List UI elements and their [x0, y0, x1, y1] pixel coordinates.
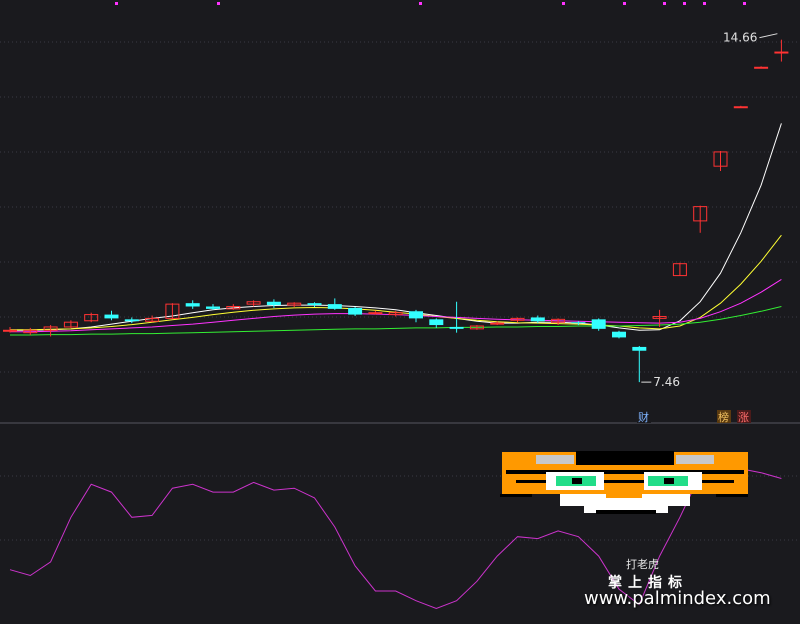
candle-body	[368, 312, 383, 315]
candle-body	[490, 322, 505, 325]
tiger-logo-pixel	[576, 451, 674, 465]
stock-chart[interactable]: 14.66 7.46 财 榜涨	[0, 0, 800, 624]
signal-dot	[743, 2, 746, 5]
ma-line-white	[10, 123, 782, 331]
signal-dot	[115, 2, 118, 5]
tiger-logo-pixel	[536, 455, 574, 464]
high-price-arrow	[759, 33, 778, 39]
candle-body	[409, 311, 423, 319]
signal-dot	[419, 2, 422, 5]
indicator-name: 打老虎	[626, 558, 659, 571]
tiger-logo-pixel	[500, 494, 532, 497]
candle-body	[754, 66, 769, 69]
low-price-label: 7.46	[653, 375, 680, 389]
candle-body	[3, 329, 17, 332]
candle-body	[733, 106, 748, 109]
signal-dot	[623, 2, 626, 5]
candle-body	[449, 326, 464, 329]
signal-dot	[562, 2, 565, 5]
ma-line-magenta	[10, 278, 782, 333]
tiger-logo-pixel	[716, 494, 748, 497]
tiger-logo-pixel	[596, 510, 656, 514]
candle-body	[307, 303, 322, 306]
candle-body	[571, 322, 586, 324]
tiger-logo-pixel	[676, 455, 714, 464]
signal-dot	[703, 2, 706, 5]
tiger-logo-pixel	[664, 478, 674, 484]
signal-dot	[683, 2, 686, 5]
badge-label: 财	[638, 410, 649, 424]
candle-body	[429, 319, 444, 326]
signal-dot	[663, 2, 666, 5]
watermark-url: www.palmindex.com	[584, 588, 771, 609]
candle-body	[591, 319, 606, 329]
tiger-logo-pixel	[572, 478, 582, 484]
candle-body	[348, 307, 363, 315]
signal-dot	[217, 2, 220, 5]
candle-body	[206, 306, 220, 309]
candle-body	[266, 301, 281, 306]
candle-body	[124, 319, 139, 322]
tiger-logo-pixel	[506, 470, 744, 474]
badge-label: 榜	[718, 410, 729, 424]
candle-body	[632, 346, 647, 351]
candle-body	[104, 314, 119, 319]
badge-label: 涨	[738, 411, 749, 424]
candle-body	[530, 317, 545, 322]
candle-body	[185, 303, 200, 307]
candle-body	[774, 51, 789, 54]
candle-body	[612, 331, 626, 338]
tiger-logo-pixel	[606, 488, 642, 498]
high-price-label: 14.66	[723, 31, 757, 45]
candle-body	[327, 304, 342, 309]
